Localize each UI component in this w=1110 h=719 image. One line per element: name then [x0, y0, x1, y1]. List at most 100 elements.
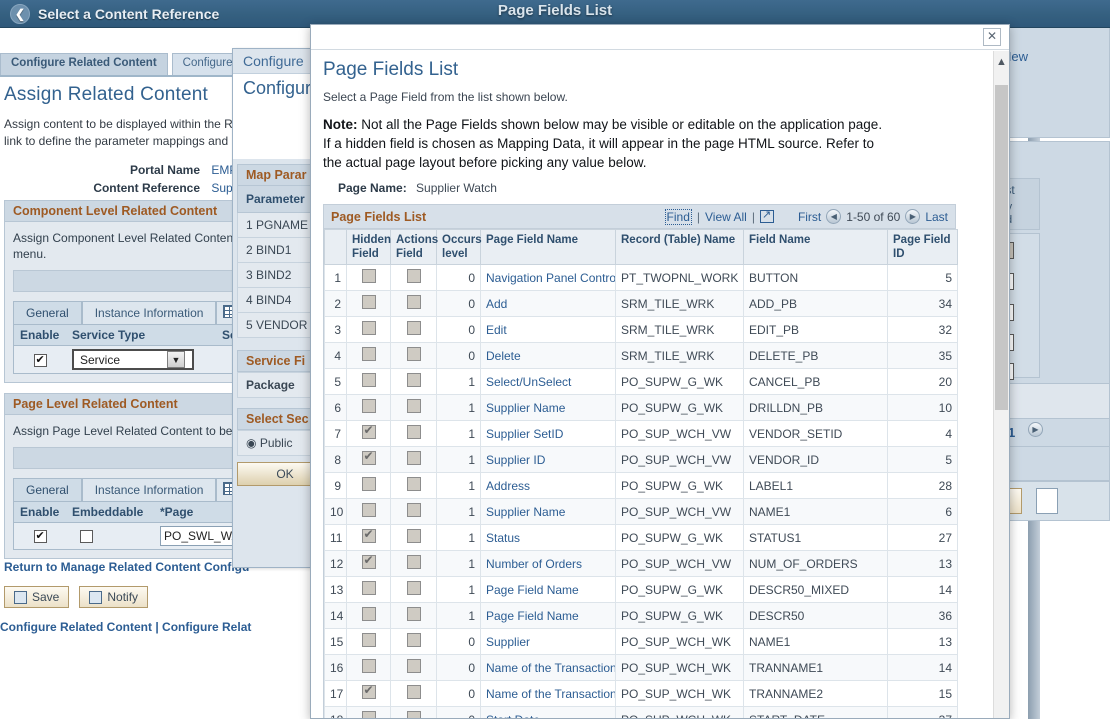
col-field-name[interactable]: Field Name [744, 230, 888, 265]
row-number: 3 [325, 317, 347, 343]
page-field-name-link: Status [486, 531, 520, 545]
col-occurs-level[interactable]: Occurs level [437, 230, 481, 265]
col-embeddable: Embeddable [66, 502, 154, 522]
page-field-name-cell[interactable]: Navigation Panel Control [481, 265, 616, 291]
page-field-id-cell: 32 [888, 317, 958, 343]
row-number: 18 [325, 707, 347, 719]
actions-field-cell [391, 655, 437, 681]
row-number: 12 [325, 551, 347, 577]
col-actions-field[interactable]: Actions Field [391, 230, 437, 265]
subtab-general-page[interactable]: General [13, 478, 82, 501]
right-next-icon[interactable]: ▶ [1028, 422, 1043, 437]
row-number: 14 [325, 603, 347, 629]
page-field-name-cell[interactable]: Number of Orders [481, 551, 616, 577]
page-field-name-cell[interactable]: Status [481, 525, 616, 551]
actions-field-checkbox [407, 529, 421, 543]
record-table-name-cell: PO_SUP_WCH_VW [616, 447, 744, 473]
page-field-id-cell: 37 [888, 707, 958, 719]
close-icon[interactable]: ✕ [983, 28, 1001, 46]
page-field-name-cell[interactable]: Start Date [481, 707, 616, 719]
page-fields-grid: Page Fields List Find | View All | First… [323, 204, 956, 718]
field-name-cell: DELETE_PB [744, 343, 888, 369]
col-hidden-field[interactable]: Hidden Field [347, 230, 391, 265]
scroll-up-icon[interactable]: ▲ [994, 51, 1009, 73]
row-number: 4 [325, 343, 347, 369]
assign-related-content-title: Assign Related Content [4, 84, 208, 106]
record-table-name-cell: PO_SUP_WCH_VW [616, 551, 744, 577]
right-button-2[interactable] [1036, 488, 1058, 514]
page-field-id-cell: 36 [888, 603, 958, 629]
col-page-field-name[interactable]: Page Field Name [481, 230, 616, 265]
save-button[interactable]: Save [4, 586, 69, 608]
page-field-name-cell[interactable]: Supplier Name [481, 395, 616, 421]
actions-field-cell [391, 499, 437, 525]
footer-links[interactable]: Configure Related Content | Configure Re… [0, 620, 251, 634]
page-field-id-cell: 6 [888, 499, 958, 525]
col-record-table-name[interactable]: Record (Table) Name [616, 230, 744, 265]
row-number: 15 [325, 629, 347, 655]
page-field-name-link: Name of the Transaction [486, 661, 616, 675]
page-field-name-cell[interactable]: Page Field Name [481, 577, 616, 603]
new-window-icon[interactable] [760, 210, 774, 223]
last-link[interactable]: Last [925, 210, 948, 224]
enable-checkbox-page[interactable] [34, 530, 47, 543]
page-field-name-cell[interactable]: Add [481, 291, 616, 317]
occurs-level-cell: 1 [437, 447, 481, 473]
hidden-field-cell [347, 577, 391, 603]
save-disk-icon [14, 591, 27, 604]
hidden-field-cell [347, 707, 391, 719]
tab-configure-related-content[interactable]: Configure Related Content [0, 53, 168, 75]
subtab-instance-information-component[interactable]: Instance Information [82, 301, 217, 324]
actions-field-checkbox [407, 685, 421, 699]
back-button[interactable]: ❮ Select a Content Reference [10, 3, 219, 25]
page-field-name-link: Number of Orders [486, 557, 582, 571]
modal-titlebar: ✕ [311, 25, 1009, 50]
page-field-name-cell[interactable]: Edit [481, 317, 616, 343]
hidden-field-checkbox [362, 685, 376, 699]
page-field-name-link: Name of the Transaction [486, 687, 616, 701]
page-field-name-cell[interactable]: Supplier ID [481, 447, 616, 473]
actions-field-cell [391, 447, 437, 473]
service-type-select[interactable]: Service ▼ [72, 349, 194, 370]
table-row: 71Supplier SetIDPO_SUP_WCH_VWVENDOR_SETI… [325, 421, 958, 447]
embeddable-checkbox[interactable] [80, 530, 93, 543]
page-field-name-cell[interactable]: Delete [481, 343, 616, 369]
occurs-level-cell: 1 [437, 369, 481, 395]
record-table-name-cell: PO_SUP_WCH_WK [616, 655, 744, 681]
first-link[interactable]: First [798, 210, 821, 224]
page-field-name-cell[interactable]: Select/UnSelect [481, 369, 616, 395]
notify-button[interactable]: Notify [79, 586, 148, 608]
separator-1: | [697, 210, 700, 224]
table-row: 180Start DatePO_SUP_WCH_WKSTART_DATE37 [325, 707, 958, 719]
hidden-field-cell [347, 343, 391, 369]
scrollbar-thumb[interactable] [995, 85, 1008, 410]
page-field-name-cell[interactable]: Page Field Name [481, 603, 616, 629]
actions-field-checkbox [407, 347, 421, 361]
page-field-id-cell: 4 [888, 421, 958, 447]
view-all-link[interactable]: View All [705, 210, 747, 224]
hidden-field-cell [347, 551, 391, 577]
page-field-name-cell[interactable]: Supplier Name [481, 499, 616, 525]
next-arrow-icon[interactable]: ▶ [905, 209, 920, 224]
page-field-name-cell[interactable]: Supplier [481, 629, 616, 655]
subtab-instance-information-page[interactable]: Instance Information [82, 478, 217, 501]
hidden-field-checkbox [362, 633, 376, 647]
table-row: 121Number of OrdersPO_SUP_WCH_VWNUM_OF_O… [325, 551, 958, 577]
prev-arrow-icon[interactable]: ◀ [826, 209, 841, 224]
page-field-name-cell[interactable]: Address [481, 473, 616, 499]
page-field-name-cell[interactable]: Name of the Transaction [481, 655, 616, 681]
enable-checkbox-component[interactable] [34, 354, 47, 367]
right-background-panel: New Last play field enu f 1 ▶ [1040, 28, 1110, 719]
page-field-name-cell[interactable]: Supplier SetID [481, 421, 616, 447]
page-field-name-cell[interactable]: Name of the Transaction [481, 681, 616, 707]
notify-label: Notify [107, 590, 138, 604]
return-link[interactable]: Return to Manage Related Content Configu [4, 560, 249, 574]
occurs-level-cell: 1 [437, 499, 481, 525]
actions-field-cell [391, 577, 437, 603]
hidden-field-checkbox [362, 529, 376, 543]
find-link[interactable]: Find [665, 209, 692, 225]
col-page-field-id[interactable]: Page Field ID [888, 230, 958, 265]
subtab-general-component[interactable]: General [13, 301, 82, 324]
hidden-field-cell [347, 369, 391, 395]
modal-scrollbar[interactable]: ▲ [993, 51, 1009, 718]
